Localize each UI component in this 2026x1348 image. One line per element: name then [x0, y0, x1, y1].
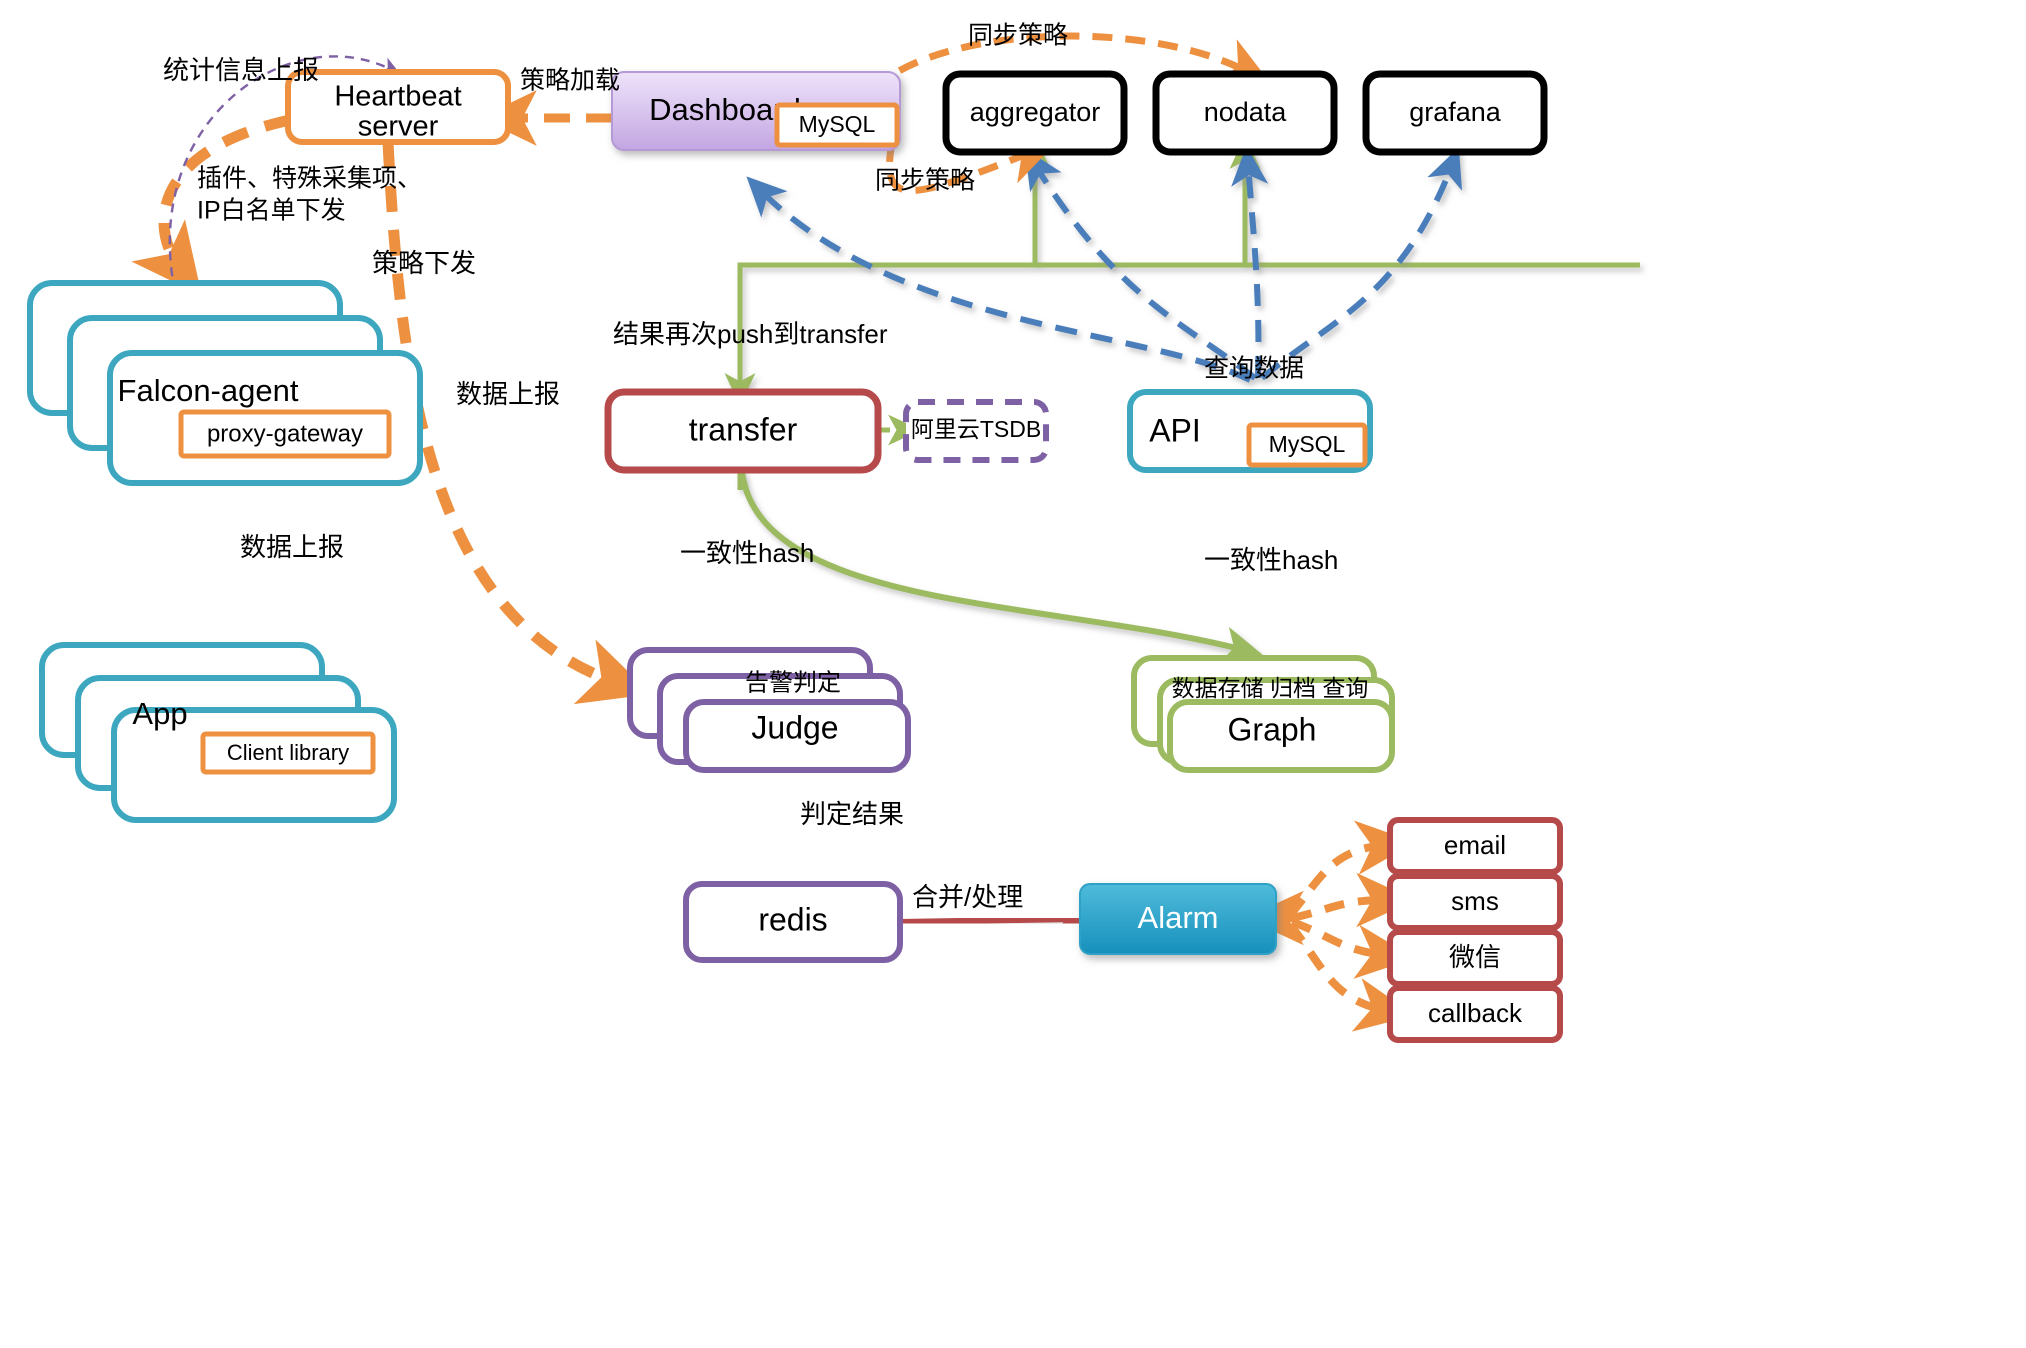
judge-caption: 告警判定: [745, 669, 841, 696]
node-judge[interactable]: Judge: [627, 647, 911, 773]
node-redis[interactable]: redis: [683, 881, 903, 963]
node-aggregator[interactable]: aggregator: [942, 70, 1128, 156]
node-wechat[interactable]: 微信: [1387, 929, 1563, 987]
badge-proxy-gateway[interactable]: proxy-gateway: [178, 409, 392, 459]
label-merge-process: 合并/处理: [912, 882, 1023, 912]
nodata-label: nodata: [1204, 97, 1288, 127]
node-aliyun-tsdb[interactable]: 阿里云TSDB: [903, 399, 1049, 463]
label-plugin-dispatch-1: 插件、特殊采集项、: [197, 165, 422, 193]
heartbeat-label-line1: Heartbeat: [334, 81, 461, 113]
label-consistent-hash-right: 一致性hash: [1204, 545, 1338, 575]
badge-client-library[interactable]: Client library: [200, 731, 376, 775]
proxy-gateway-label: proxy-gateway: [207, 420, 363, 447]
node-nodata[interactable]: nodata: [1152, 70, 1338, 156]
badge-dashboard-mysql[interactable]: MySQL: [774, 102, 900, 148]
node-heartbeat-server[interactable]: Heartbeat server: [285, 69, 511, 145]
label-plugin-dispatch-2: IP白名单下发: [197, 197, 346, 225]
label-consistent-hash-left: 一致性hash: [680, 538, 814, 568]
label-query-data: 查询数据: [1204, 355, 1304, 383]
label-policy-dispatch: 策略下发: [372, 248, 476, 278]
api-label: API: [1149, 412, 1201, 448]
dashboard-mysql-label: MySQL: [799, 111, 876, 137]
falcon-agent-label: Falcon-agent: [118, 373, 299, 408]
wechat-label: 微信: [1449, 942, 1501, 972]
edge-heartbeat-agent: [131, 114, 292, 296]
transfer-label: transfer: [689, 411, 798, 447]
label-data-report-agent: 数据上报: [456, 379, 560, 409]
node-grafana[interactable]: grafana: [1362, 70, 1548, 156]
edge-redis-alarm: [899, 900, 1095, 938]
aliyun-tsdb-label: 阿里云TSDB: [911, 416, 1041, 442]
label-policy-load: 策略加载: [520, 67, 620, 95]
node-sms[interactable]: sms: [1387, 873, 1563, 931]
label-data-report-app: 数据上报: [240, 532, 344, 562]
email-label: email: [1444, 830, 1506, 860]
node-callback[interactable]: callback: [1387, 985, 1563, 1043]
graph-label: Graph: [1228, 711, 1317, 747]
architecture-diagram: Heartbeat server Dashboard MySQL aggrega…: [0, 0, 2026, 1348]
badge-api-mysql[interactable]: MySQL: [1246, 422, 1368, 468]
node-email[interactable]: email: [1387, 817, 1563, 875]
graph-caption: 数据存储 归档 查询: [1172, 675, 1369, 701]
heartbeat-label-line2: server: [358, 111, 439, 143]
diagram-canvas: Heartbeat server Dashboard MySQL aggrega…: [27, 22, 1640, 1043]
node-transfer[interactable]: transfer: [604, 388, 882, 474]
grafana-label: grafana: [1409, 97, 1502, 127]
label-push-back-to-transfer: 结果再次push到transfer: [613, 319, 888, 349]
api-mysql-label: MySQL: [1269, 431, 1346, 457]
alarm-label: Alarm: [1138, 900, 1219, 935]
aggregator-label: aggregator: [970, 97, 1101, 127]
edge-alarm-channels: [1244, 820, 1416, 1032]
label-sync-policy-top: 同步策略: [968, 22, 1068, 50]
callback-label: callback: [1428, 998, 1523, 1028]
edge-transfer-graph: [739, 471, 1263, 663]
label-sync-policy-bottom: 同步策略: [875, 167, 975, 195]
label-judge-result: 判定结果: [800, 799, 904, 829]
client-library-label: Client library: [227, 740, 349, 765]
app-label: App: [132, 696, 187, 731]
sms-label: sms: [1451, 886, 1499, 916]
label-stats-report: 统计信息上报: [163, 55, 319, 85]
redis-label: redis: [758, 901, 827, 937]
judge-label: Judge: [751, 709, 838, 745]
